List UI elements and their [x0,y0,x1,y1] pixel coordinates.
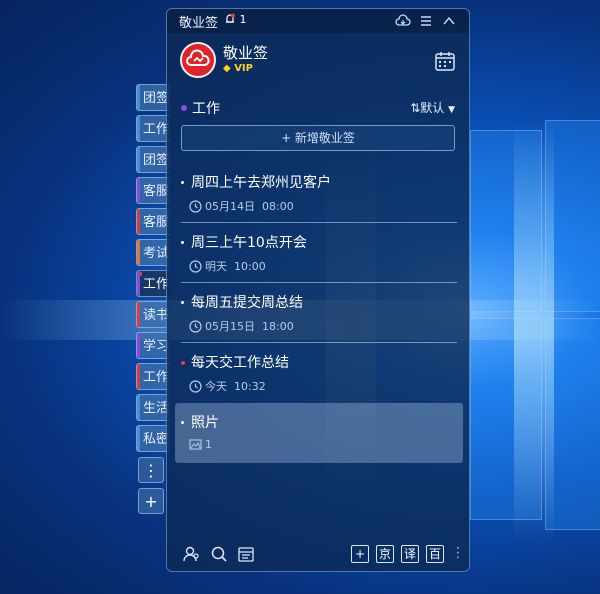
attachment-count: 1 [205,438,212,451]
note-date: 今天 [205,380,227,393]
note-meta: 明天 10:00 [189,258,266,274]
side-tab-5[interactable]: 考试 [136,239,170,266]
note-meta: 1 [189,438,212,451]
side-tab-9[interactable]: 工作 [136,363,170,390]
more-tabs-button[interactable]: ⋮ [138,457,164,483]
app-title: 敬业签 [179,16,219,31]
vip-badge: ◆ VIP [223,63,253,74]
notification-count: 1 [239,13,247,26]
note-time: 08:00 [262,200,294,213]
contacts-icon[interactable] [182,545,200,563]
add-tab-button[interactable]: + [138,488,164,514]
section-header: 工作 ⇅默认 ▼ [167,97,469,119]
side-tab-2[interactable]: 团签 [136,146,170,173]
tab-color-stripe [137,271,140,296]
note-item-selected[interactable]: 照片 1 [167,403,469,463]
calendar-icon[interactable] [433,49,457,73]
note-item[interactable]: 每天交工作总结 今天 10:32 [167,343,469,403]
note-title: 周四上午去郑州见客户 [191,175,331,191]
side-tab-10[interactable]: 生活 [136,394,170,421]
note-bullet [181,301,184,304]
clock-icon [189,320,202,333]
image-icon [189,439,202,450]
main-panel: 敬业签 1 敬业签 ◆ VIP 工作 ⇅默认 ▼ + 新增敬业签 周四上午去郑州… [166,8,470,572]
cloud-sync-icon[interactable] [395,13,411,29]
sort-dropdown[interactable]: ⇅默认 ▼ [410,99,455,116]
tab-color-stripe [137,302,140,327]
side-tab-7[interactable]: 读书 [136,301,170,328]
tab-color-stripe [137,147,140,172]
clock-icon [189,380,202,393]
note-date: 05月14日 [205,200,255,213]
add-note-button[interactable]: + 新增敬业签 [181,125,455,151]
note-time: 10:00 [234,260,266,273]
note-meta: 05月14日 08:00 [189,198,294,214]
note-title: 周三上午10点开会 [191,235,307,251]
note-item[interactable]: 每周五提交周总结 05月15日 18:00 [167,283,469,343]
note-bullet-red [181,361,185,365]
avatar[interactable] [180,42,216,78]
bell-icon [226,13,235,23]
cloud-logo-icon [186,49,210,66]
jd-button[interactable]: 京 [376,545,394,563]
tab-color-stripe [137,85,140,110]
note-meta: 今天 10:32 [189,378,266,394]
collapse-icon[interactable] [441,13,457,29]
note-time: 10:32 [234,380,266,393]
username: 敬业签 [223,44,269,62]
note-bullet [181,241,184,244]
note-item[interactable]: 周四上午去郑州见客户 05月14日 08:00 [167,163,469,223]
add-note-footer-button[interactable]: + [351,545,369,563]
tab-color-stripe [137,333,140,358]
note-meta: 05月15日 18:00 [189,318,294,334]
notification-button[interactable]: 1 [224,13,247,26]
translate-button[interactable]: 译 [401,545,419,563]
title-bar[interactable]: 敬业签 1 [167,9,469,33]
diamond-icon: ◆ [223,63,231,74]
side-tab-3[interactable]: 客服 [136,177,170,204]
tab-color-stripe [137,209,140,234]
footer-toolbar: + 京 译 百 ⋮ [167,539,469,571]
note-title: 照片 [191,415,219,431]
note-item[interactable]: 周三上午10点开会 明天 10:00 [167,223,469,283]
side-tab-4[interactable]: 客服 [136,208,170,235]
section-title: 工作 [192,101,220,117]
user-header: 敬业签 ◆ VIP [167,33,469,93]
note-bullet [181,181,184,184]
note-date: 明天 [205,260,227,273]
calendar-list-icon[interactable] [237,545,255,563]
note-bullet [181,421,184,424]
clock-icon [189,200,202,213]
baidu-button[interactable]: 百 [426,545,444,563]
side-tab-1[interactable]: 工作 [136,115,170,142]
search-icon[interactable] [210,545,228,563]
tab-color-stripe [137,426,140,451]
side-tab-8[interactable]: 学习 [136,332,170,359]
note-date: 05月15日 [205,320,255,333]
section-color-dot [181,105,187,111]
tab-color-stripe [137,240,140,265]
more-options-icon[interactable]: ⋮ [451,545,465,561]
side-tab-0[interactable]: 团签 [136,84,170,111]
note-title: 每天交工作总结 [191,355,289,371]
menu-icon[interactable] [418,13,434,29]
clock-icon [189,260,202,273]
note-time: 18:00 [262,320,294,333]
tab-color-stripe [137,178,140,203]
tab-color-stripe [137,395,140,420]
note-title: 每周五提交周总结 [191,295,303,311]
caret-down-icon: ▼ [448,105,455,115]
tab-color-stripe [137,364,140,389]
side-tab-6-active[interactable]: 工作 [136,270,170,297]
tab-color-stripe [137,116,140,141]
side-tab-11[interactable]: 私密 [136,425,170,452]
